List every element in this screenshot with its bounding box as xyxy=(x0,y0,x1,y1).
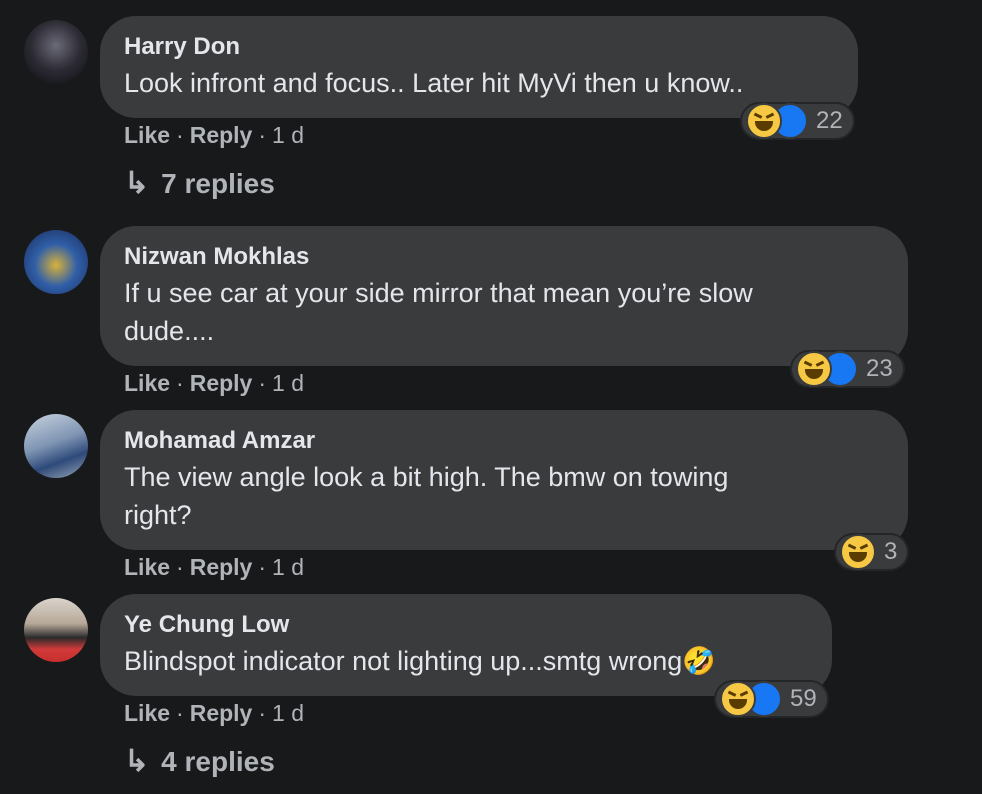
reply-arrow-icon: ↳ xyxy=(124,745,150,778)
reaction-summary[interactable]: 22 xyxy=(740,102,855,140)
separator: · xyxy=(176,122,184,148)
replies-label: 4 replies xyxy=(161,745,275,777)
reply-button[interactable]: Reply xyxy=(190,554,253,580)
like-button[interactable]: Like xyxy=(124,554,170,580)
avatar[interactable] xyxy=(24,414,88,478)
reaction-summary[interactable]: 3 xyxy=(834,533,910,571)
view-replies-button[interactable]: ↳ 7 replies xyxy=(124,166,275,201)
separator: · xyxy=(258,700,267,726)
separator: · xyxy=(176,554,184,580)
like-button[interactable]: Like xyxy=(124,700,170,726)
reply-button[interactable]: Reply xyxy=(190,700,253,726)
reaction-count: 22 xyxy=(816,107,843,134)
comment-text-line: If u see car at your side mirror that me… xyxy=(124,278,753,308)
separator: · xyxy=(258,370,267,396)
comment-text: Look infront and focus.. Later hit MyVi … xyxy=(124,68,744,98)
comment-author[interactable]: Harry Don xyxy=(124,30,834,64)
comment-bubble: Ye Chung Low Blindspot indicator not lig… xyxy=(100,594,832,696)
reaction-summary[interactable]: 23 xyxy=(790,350,905,388)
reaction-count: 59 xyxy=(790,685,817,712)
comment-text-line: The view angle look a bit high. The bmw … xyxy=(124,462,729,492)
comment-actions: Like · Reply · 1 d xyxy=(124,554,304,581)
comment-actions: Like · Reply · 1 d xyxy=(124,700,304,727)
comment-actions: Like · Reply · 1 d xyxy=(124,370,304,397)
separator: · xyxy=(258,122,267,148)
avatar[interactable] xyxy=(24,230,88,294)
reply-button[interactable]: Reply xyxy=(190,122,253,148)
haha-icon xyxy=(840,534,876,570)
comment-bubble: Mohamad Amzar The view angle look a bit … xyxy=(100,410,908,550)
comment-author[interactable]: Mohamad Amzar xyxy=(124,424,884,458)
comment-text-line: dude.... xyxy=(124,316,215,346)
view-replies-button[interactable]: ↳ 4 replies xyxy=(124,744,275,779)
comment-text-content: Blindspot indicator not lighting up...sm… xyxy=(124,646,683,676)
avatar[interactable] xyxy=(24,20,88,84)
reaction-summary[interactable]: 59 xyxy=(714,680,829,718)
separator: · xyxy=(176,370,184,396)
timestamp[interactable]: 1 d xyxy=(272,122,304,148)
comment-text-line: right? xyxy=(124,500,192,530)
haha-icon xyxy=(796,351,832,387)
haha-icon xyxy=(746,103,782,139)
reaction-count: 3 xyxy=(884,538,898,565)
comment-author[interactable]: Ye Chung Low xyxy=(124,608,808,642)
reply-arrow-icon: ↳ xyxy=(124,167,150,200)
like-button[interactable]: Like xyxy=(124,370,170,396)
separator: · xyxy=(258,554,267,580)
timestamp[interactable]: 1 d xyxy=(272,554,304,580)
reaction-count: 23 xyxy=(866,355,893,382)
haha-icon xyxy=(720,681,756,717)
comment-author[interactable]: Nizwan Mokhlas xyxy=(124,240,884,274)
avatar[interactable] xyxy=(24,598,88,662)
comment-text: Blindspot indicator not lighting up...sm… xyxy=(124,642,808,680)
comment-bubble: Nizwan Mokhlas If u see car at your side… xyxy=(100,226,908,366)
like-button[interactable]: Like xyxy=(124,122,170,148)
timestamp[interactable]: 1 d xyxy=(272,700,304,726)
replies-label: 7 replies xyxy=(161,167,275,199)
timestamp[interactable]: 1 d xyxy=(272,370,304,396)
reply-button[interactable]: Reply xyxy=(190,370,253,396)
separator: · xyxy=(176,700,184,726)
rofl-emoji-icon: 🤣 xyxy=(682,646,716,676)
comment-actions: Like · Reply · 1 d xyxy=(124,122,304,149)
comment-bubble: Harry Don Look infront and focus.. Later… xyxy=(100,16,858,118)
